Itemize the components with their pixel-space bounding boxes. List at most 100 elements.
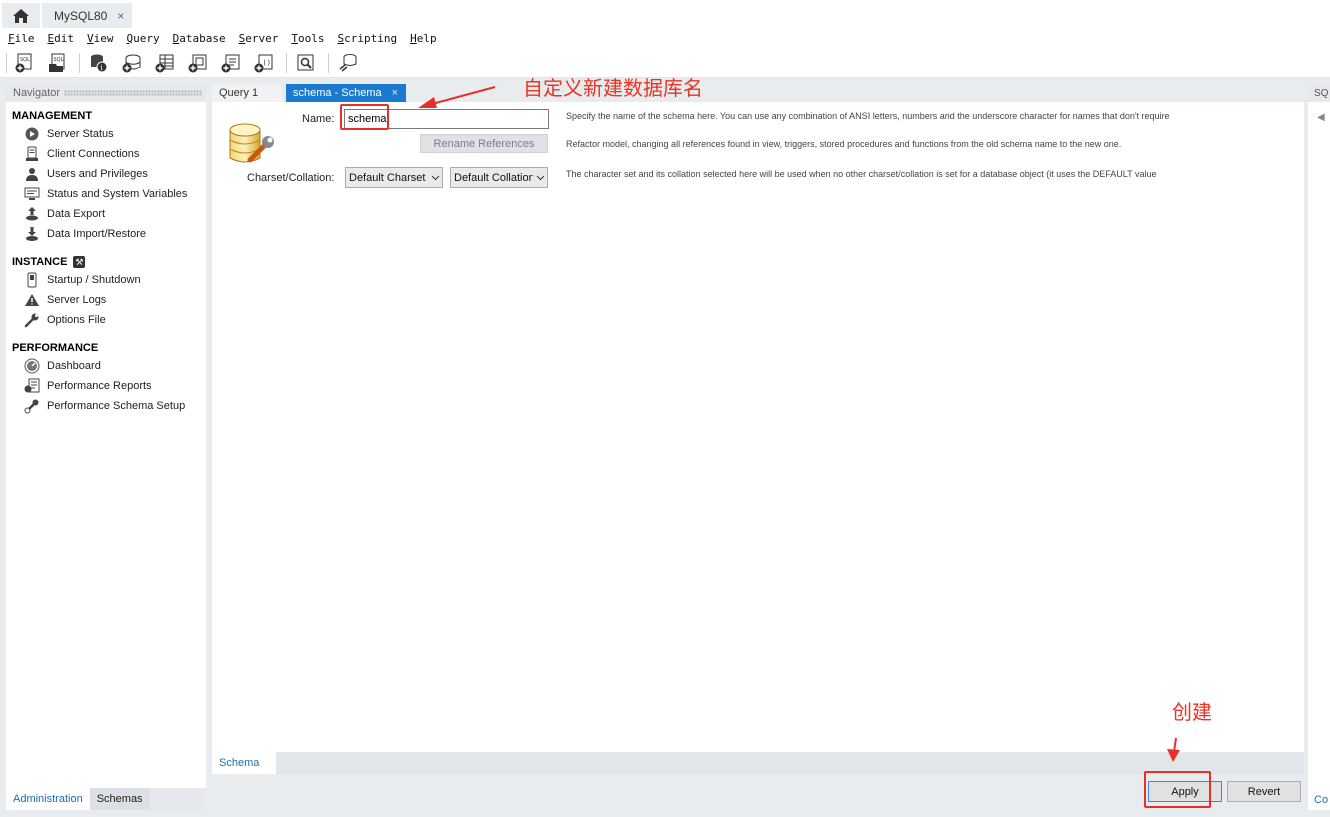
nav-item-label: Performance Reports: [47, 380, 152, 392]
connection-tab-label: MySQL80: [54, 8, 108, 23]
menu-server[interactable]: Server: [239, 32, 279, 45]
nav-section-performance: PERFORMANCE: [6, 340, 206, 356]
nav-section-title: PERFORMANCE: [12, 342, 99, 354]
create-table-button[interactable]: [154, 52, 176, 74]
nav-item-client-connections[interactable]: Client Connections: [6, 144, 206, 164]
nav-item-label: Users and Privileges: [47, 168, 148, 180]
nav-item-performance-schema-setup[interactable]: Performance Schema Setup: [6, 396, 206, 416]
nav-item-label: Client Connections: [47, 148, 140, 160]
editor-subtab-bar: Schema: [212, 752, 1304, 774]
create-function-button[interactable]: (): [253, 52, 275, 74]
charset-select-value: Default Charset: [349, 171, 426, 184]
tab-query-1[interactable]: Query 1: [212, 84, 282, 102]
rename-references-button[interactable]: Rename References: [420, 134, 548, 153]
nav-section-instance: INSTANCE ⚒: [6, 254, 206, 270]
menu-view[interactable]: View: [87, 32, 114, 45]
svg-text:SQL: SQL: [54, 57, 64, 63]
subtab-schema[interactable]: Schema: [212, 752, 276, 774]
nav-section-title: MANAGEMENT: [12, 110, 93, 122]
tab-label: Query 1: [219, 87, 259, 99]
create-view-button[interactable]: [187, 52, 209, 74]
toolbar-separator: [79, 52, 80, 73]
inspector-icon: i: [91, 54, 108, 72]
tab-schema[interactable]: schema - Schema ×: [286, 84, 406, 102]
nav-item-label: Startup / Shutdown: [47, 274, 141, 286]
home-tab[interactable]: [2, 3, 40, 28]
nav-item-server-logs[interactable]: Server Logs: [6, 290, 206, 310]
reconnect-icon: [339, 53, 357, 72]
collation-select-value: Default Collation: [454, 171, 533, 184]
menu-file[interactable]: File: [8, 32, 35, 45]
create-procedure-icon: [221, 54, 240, 72]
user-icon: [24, 166, 40, 182]
name-highlight-box: [340, 104, 389, 130]
tab-administration[interactable]: Administration: [6, 788, 90, 810]
menu-query[interactable]: Query: [127, 32, 160, 45]
name-annotation-text: 自定义新建数据库名: [523, 76, 703, 100]
tools-icon: [24, 398, 40, 414]
close-icon[interactable]: ×: [392, 87, 398, 99]
create-table-icon: [155, 54, 174, 72]
gauge-icon: [24, 358, 40, 374]
nav-item-startup-shutdown[interactable]: Startup / Shutdown: [6, 270, 206, 290]
wrench-icon: [24, 312, 40, 328]
close-icon[interactable]: ×: [117, 9, 124, 23]
chevron-down-icon: [533, 175, 547, 181]
nav-item-label: Status and System Variables: [47, 188, 188, 200]
nav-item-users-and-privileges[interactable]: Users and Privileges: [6, 164, 206, 184]
inspector-button[interactable]: i: [88, 52, 110, 74]
nav-item-label: Options File: [47, 314, 106, 326]
title-bar: MySQL80 ×: [0, 0, 1330, 28]
tab-schemas[interactable]: Schemas: [89, 788, 150, 810]
menu-database[interactable]: Database: [173, 32, 226, 45]
navigator-footer-tabs: Administration Schemas: [6, 788, 206, 810]
menu-bar: File Edit View Query Database Server Too…: [0, 28, 1330, 48]
nav-item-label: Dashboard: [47, 360, 101, 372]
create-procedure-button[interactable]: [220, 52, 242, 74]
toolbar-separator: [286, 52, 287, 73]
menu-edit[interactable]: Edit: [48, 32, 75, 45]
schema-editor: Name: Rename References Charset/Collatio…: [212, 102, 1304, 752]
create-function-icon: (): [254, 54, 273, 72]
nav-item-label: Server Logs: [47, 294, 107, 306]
menu-scripting[interactable]: Scripting: [337, 32, 397, 45]
new-sql-tab-button[interactable]: SQL: [13, 52, 35, 74]
revert-button[interactable]: Revert: [1227, 781, 1301, 802]
open-sql-script-button[interactable]: SQL: [46, 52, 68, 74]
create-schema-icon: [122, 54, 141, 72]
nav-item-dashboard[interactable]: Dashboard: [6, 356, 206, 376]
menu-help[interactable]: Help: [410, 32, 437, 45]
new-sql-tab-icon: SQL: [15, 53, 32, 72]
nav-item-performance-reports[interactable]: Performance Reports: [6, 376, 206, 396]
nav-item-label: Data Import/Restore: [47, 228, 147, 240]
charset-collation-label: Charset/Collation:: [247, 172, 335, 184]
apply-highlight-box: [1144, 771, 1211, 808]
chevron-down-icon: [428, 175, 442, 181]
create-schema-button[interactable]: [121, 52, 143, 74]
search-table-data-button[interactable]: [295, 52, 317, 74]
nav-item-status-and-system-variables[interactable]: Status and System Variables: [6, 184, 206, 204]
editor-tab-bar: Query 1 schema - Schema ×: [212, 84, 1304, 102]
wrench-square-icon: ⚒: [73, 256, 86, 268]
nav-item-data-import-restore[interactable]: Data Import/Restore: [6, 224, 206, 244]
triangle-left-icon[interactable]: ◀: [1317, 112, 1325, 123]
home-icon: [13, 8, 29, 23]
menu-tools[interactable]: Tools: [291, 32, 324, 45]
charset-select[interactable]: Default Charset: [345, 167, 443, 188]
connection-tab[interactable]: MySQL80 ×: [42, 3, 132, 28]
nav-item-data-export[interactable]: Data Export: [6, 204, 206, 224]
collation-select[interactable]: Default Collation: [450, 167, 548, 188]
nav-item-label: Data Export: [47, 208, 106, 220]
sql-additions-header: SQ: [1308, 84, 1330, 102]
reconnect-button[interactable]: [337, 52, 359, 74]
context-help-tab[interactable]: Co: [1314, 794, 1328, 806]
svg-text:(): (): [263, 59, 271, 67]
action-bar: Apply Revert: [212, 774, 1304, 810]
play-circle-icon: [24, 126, 40, 142]
nav-item-options-file[interactable]: Options File: [6, 310, 206, 330]
tab-label: schema - Schema: [293, 87, 382, 99]
name-label: Name:: [302, 113, 335, 125]
nav-item-server-status[interactable]: Server Status: [6, 124, 206, 144]
nav-item-label: Server Status: [47, 128, 114, 140]
apply-annotation-text: 创建: [1172, 700, 1212, 724]
